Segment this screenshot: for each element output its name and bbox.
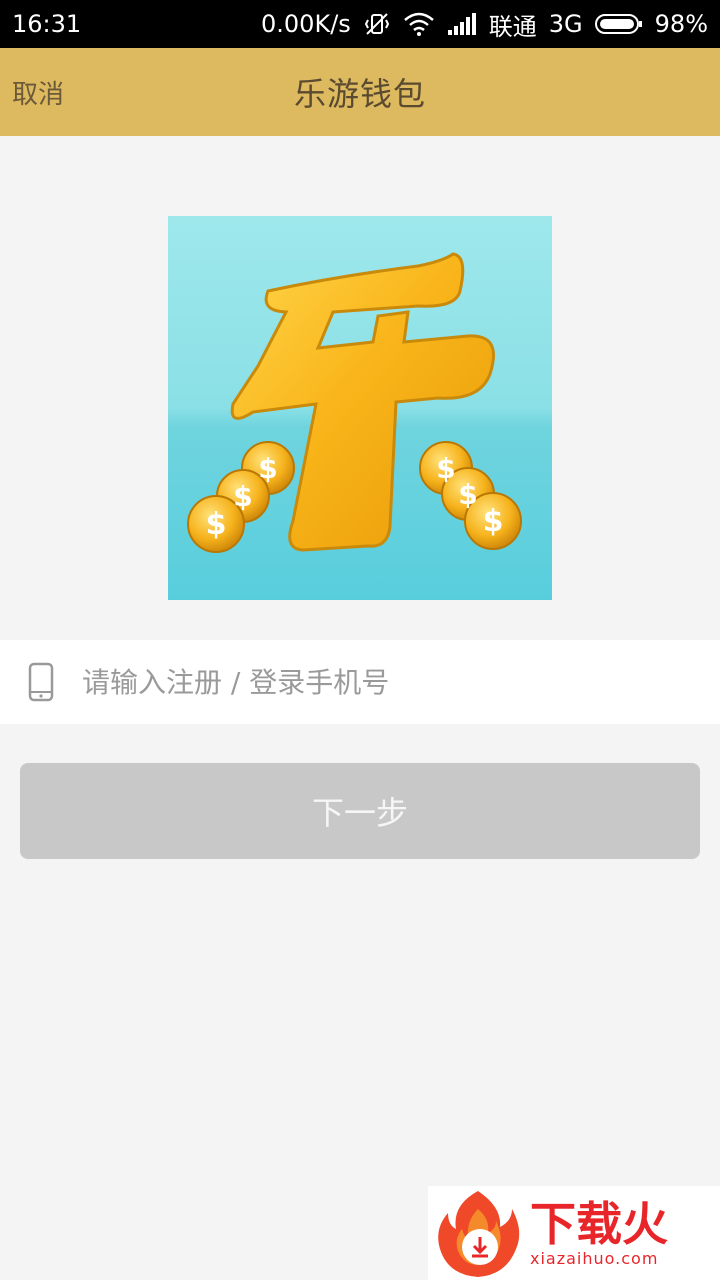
phone-icon [28, 662, 54, 702]
status-indicators: 0.00K/s 联通 3G 98% [261, 7, 708, 42]
watermark-url: xiazaihuo.com [530, 1248, 659, 1268]
battery-level: 98% [654, 10, 708, 38]
wifi-icon [403, 12, 434, 36]
app-logo: $ $ $ $ $ $ [168, 216, 552, 600]
svg-text:$: $ [233, 480, 252, 513]
carrier-name: 联通 [488, 12, 537, 41]
watermark-title: 下载火 [530, 1196, 668, 1251]
svg-text:$: $ [458, 478, 477, 511]
next-step-button[interactable]: 下一步 [20, 763, 700, 859]
network-type: 3G [548, 10, 583, 38]
phone-number-input[interactable] [82, 665, 642, 699]
watermark: 下载火 xiazaihuo.com [428, 1186, 720, 1280]
page-title: 乐游钱包 [293, 75, 426, 113]
svg-text:$: $ [483, 504, 504, 539]
status-time: 16:31 [12, 10, 82, 38]
svg-text:$: $ [436, 452, 455, 485]
battery-icon [594, 14, 642, 34]
svg-text:$: $ [206, 507, 227, 542]
flame-download-icon [438, 1191, 520, 1277]
cancel-button[interactable]: 取消 [12, 48, 64, 136]
network-speed: 0.00K/s [261, 10, 351, 38]
svg-text:$: $ [258, 452, 277, 485]
status-bar: 16:31 0.00K/s 联通 3G 98% [0, 0, 720, 48]
phone-input-row [0, 640, 720, 724]
title-bar: 取消 乐游钱包 [0, 48, 720, 136]
vibrate-off-icon [364, 13, 389, 35]
signal-icon [447, 13, 476, 35]
